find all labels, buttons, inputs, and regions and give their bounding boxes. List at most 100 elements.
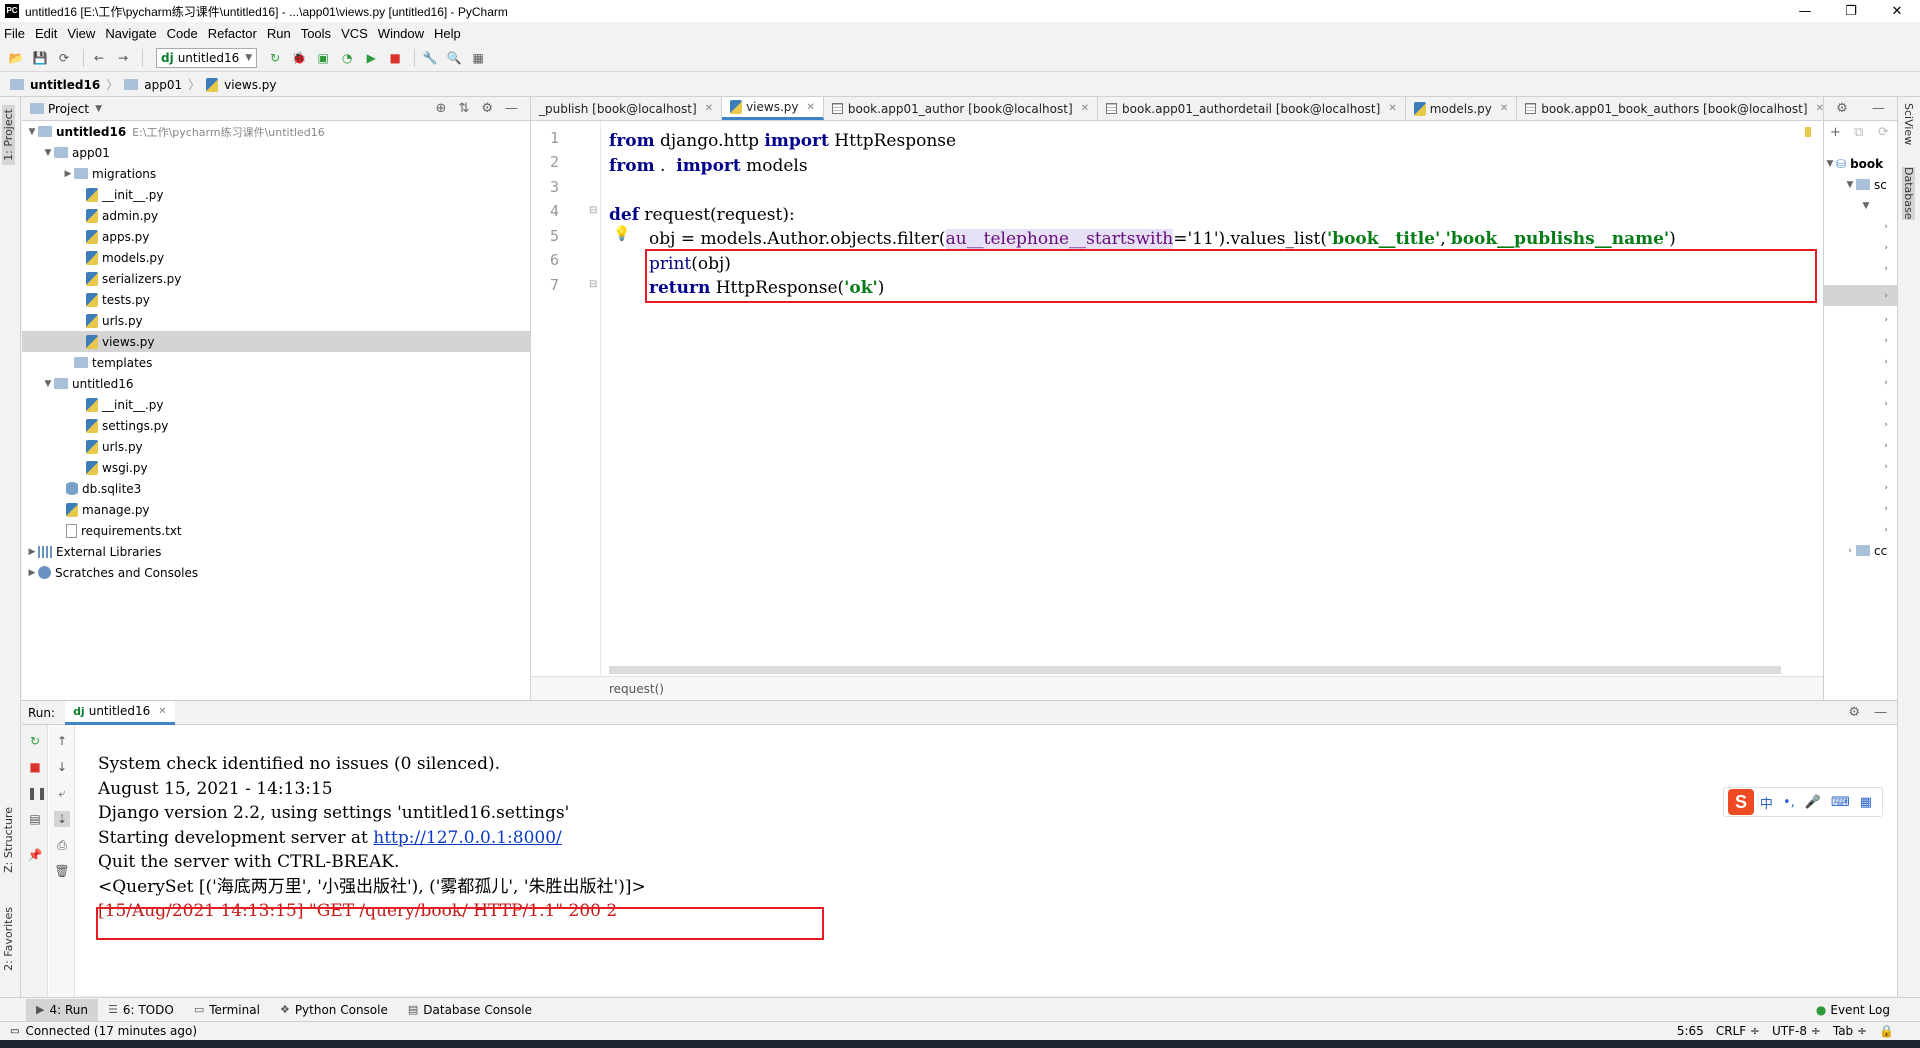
code-area[interactable]: from django.http import HttpResponse fro… [609,121,1809,676]
chevron-right-icon[interactable]: › [1880,462,1892,472]
chevron-right-icon[interactable]: › [1880,420,1892,430]
chevron-down-icon[interactable]: ▼ [1824,159,1836,169]
hide-icon[interactable]: — [505,101,518,116]
add-icon[interactable]: + [1830,125,1841,140]
chevron-right-icon[interactable]: › [1880,378,1892,388]
ime-punctuation-toggle[interactable]: •, [1783,795,1795,810]
open-folder-icon[interactable]: 📂 [6,48,26,68]
chevron-right-icon[interactable]: › [1880,222,1892,232]
close-icon[interactable]: ✕ [1388,103,1396,114]
chevron-right-icon[interactable]: ▶ [26,568,38,578]
tree-item-file[interactable]: serializers.py [86,268,181,289]
db-tree-item[interactable]: › cc [1824,540,1898,561]
database-tool-tab[interactable]: Database [1902,167,1915,220]
db-tree-item[interactable]: › [1824,330,1898,351]
menu-navigate[interactable]: Navigate [105,26,156,41]
chevron-right-icon[interactable]: › [1880,264,1892,274]
save-icon[interactable]: 💾 [30,48,50,68]
arrow-down-icon[interactable]: ↓ [54,759,70,775]
close-icon[interactable]: ✕ [158,706,166,717]
grid-icon[interactable]: ▦ [1860,795,1872,810]
close-button[interactable]: ✕ [1874,4,1920,19]
db-tree-item[interactable]: › [1824,351,1898,372]
fold-end-icon[interactable]: ⊟ [589,279,597,290]
close-icon[interactable]: ✕ [705,103,713,114]
minimize-button[interactable]: — [1782,4,1828,19]
warning-marker[interactable] [1805,127,1811,137]
function-context[interactable]: request() [609,682,664,696]
tree-item-file[interactable]: tests.py [86,289,150,310]
chevron-right-icon[interactable]: › [1880,399,1892,409]
chevron-right-icon[interactable]: › [1880,291,1892,301]
tool-tab-database-console[interactable]: ▤ Database Console [398,999,542,1021]
chevron-right-icon[interactable]: › [1844,546,1856,556]
editor-tab[interactable]: book.app01_book_authors [book@localhost]… [1517,97,1823,120]
project-view-selector[interactable]: Project [48,102,89,116]
tree-item-folder[interactable]: ▼ untitled16 [42,373,134,394]
chevron-right-icon[interactable]: › [1880,243,1892,253]
menu-help[interactable]: Help [434,26,461,41]
rerun-icon[interactable]: ↻ [27,733,43,749]
collapse-all-icon[interactable]: ⇅ [458,101,469,116]
db-tree-item[interactable]: › [1824,456,1898,477]
breadcrumb-item-project[interactable]: untitled16 [30,78,100,92]
menu-run[interactable]: Run [267,26,291,41]
chevron-right-icon[interactable]: › [1880,504,1892,514]
run-tab[interactable]: dj untitled16 ✕ [65,700,175,725]
ime-language-toggle[interactable]: 中 [1760,793,1773,812]
db-tree-item[interactable]: › [1824,519,1898,540]
chevron-right-icon[interactable]: ▶ [62,169,74,179]
tree-item-file[interactable]: apps.py [86,226,149,247]
project-tool-tab[interactable]: 1: Project [2,105,15,165]
tree-item-file[interactable]: __init__.py [86,184,164,205]
db-tree-item[interactable]: › [1824,414,1898,435]
editor-tab-active[interactable]: views.py ✕ [722,97,824,120]
gear-icon[interactable]: ⚙ [481,101,493,116]
chevron-right-icon[interactable]: › [1880,315,1892,325]
hide-icon[interactable]: — [1874,705,1887,720]
run-icon[interactable]: ▶ [361,48,381,68]
pin-icon[interactable]: 📌 [27,847,43,863]
hide-icon[interactable]: — [1872,101,1885,116]
structure-tool-tab[interactable]: Z: Structure [2,807,15,873]
fold-icon[interactable]: ⊟ [589,205,597,216]
chevron-right-icon[interactable]: › [1880,441,1892,451]
caret-position[interactable]: 5:65 [1677,1024,1704,1038]
code-line-2[interactable]: from . import models [609,151,808,181]
input-method-toolbar[interactable]: S 中 •, 🎤 ⌨ ▦ [1723,787,1883,817]
pause-icon[interactable]: ❚❚ [27,785,47,801]
menu-tools[interactable]: Tools [301,26,331,41]
profile-icon[interactable]: ◔ [337,48,357,68]
sync-icon[interactable]: ⟳ [54,48,74,68]
soft-wrap-icon[interactable]: ⤶ [54,785,70,801]
db-tree-item[interactable]: › [1824,435,1898,456]
chevron-right-icon[interactable]: › [1880,525,1892,535]
chevron-down-icon[interactable]: ▼ [1844,180,1856,190]
db-tree-item[interactable]: › [1824,237,1898,258]
run-configuration-select[interactable]: dj untitled16 ▼ [156,47,258,68]
coverage-icon[interactable]: ▣ [313,48,333,68]
favorites-tool-tab[interactable]: 2: Favorites [2,907,15,971]
sciview-tool-tab[interactable]: SciView [1902,103,1915,145]
tree-item-file[interactable]: urls.py [86,436,143,457]
debug-icon[interactable]: 🐞 [289,48,309,68]
tree-item-file[interactable]: admin.py [86,205,158,226]
tree-item-file[interactable]: urls.py [86,310,143,331]
db-tree-item-selected[interactable]: › [1824,285,1898,306]
tree-item-file[interactable]: models.py [86,247,164,268]
stop-icon[interactable]: ■ [385,48,405,68]
db-tree-root[interactable]: ▼ ⛁ book [1824,153,1898,174]
event-log-button[interactable]: Event Log [1830,1003,1890,1017]
server-url-link[interactable]: http://127.0.0.1:8000/ [373,828,562,848]
menu-window[interactable]: Window [378,26,424,41]
chevron-right-icon[interactable]: › [1880,357,1892,367]
lock-icon[interactable]: 🔒 [1879,1024,1894,1038]
close-icon[interactable]: ✕ [1081,103,1089,114]
menu-refactor[interactable]: Refactor [208,26,257,41]
tasks-icon[interactable]: ▦ [468,48,488,68]
chevron-down-icon[interactable]: ▼ [95,104,102,114]
db-tree-item[interactable]: › [1824,258,1898,279]
tree-item-file[interactable]: __init__.py [86,394,164,415]
db-tree-item[interactable]: ▼ [1824,195,1898,216]
chevron-right-icon[interactable]: › [1880,483,1892,493]
